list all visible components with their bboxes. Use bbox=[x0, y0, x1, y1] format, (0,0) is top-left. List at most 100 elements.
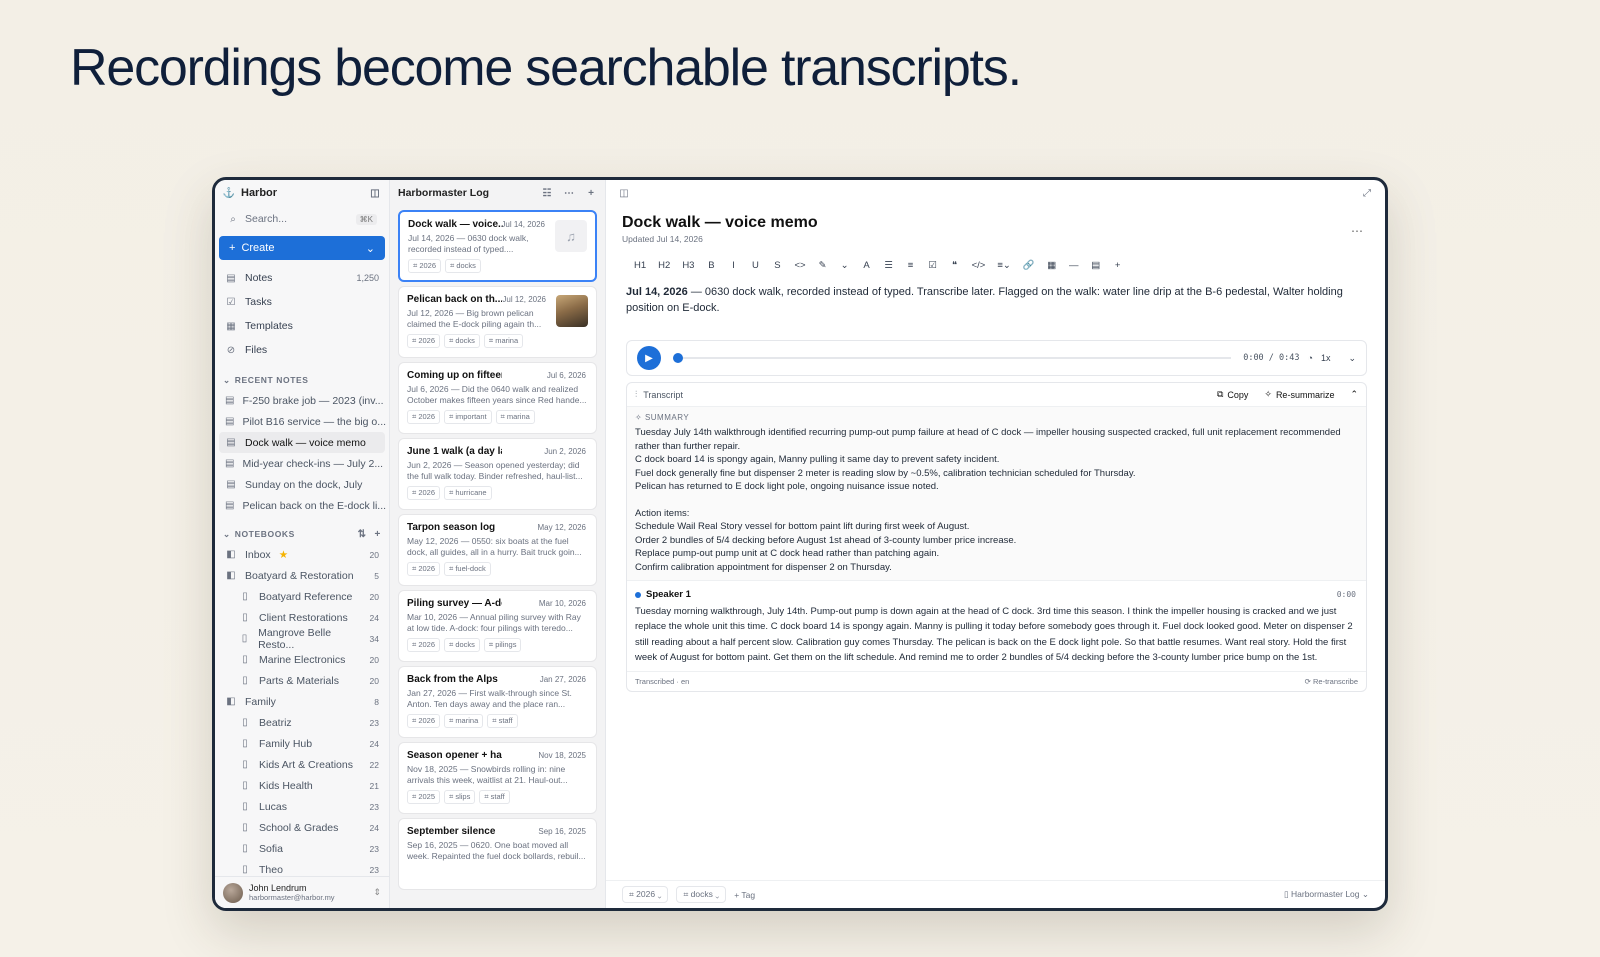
notebook-item[interactable]: ▯ Parts & Materials 20 bbox=[215, 670, 389, 691]
chevron-down-icon[interactable]: ⌄ bbox=[366, 242, 375, 255]
notebook-item[interactable]: ▯ Lucas 23 bbox=[215, 796, 389, 817]
toolbar-button[interactable]: <> bbox=[794, 260, 805, 271]
toolbar-button[interactable]: ✎ bbox=[818, 260, 828, 271]
toolbar-button[interactable]: </> bbox=[972, 260, 986, 271]
note-card[interactable]: June 1 walk (a day late) Jun 2, 2026 Jun 2… bbox=[398, 438, 597, 510]
more-icon[interactable]: ⋯ bbox=[563, 187, 575, 199]
notebook-item[interactable]: ▯ Family Hub 24 bbox=[215, 733, 389, 754]
toolbar-button[interactable]: ⌄ bbox=[840, 260, 850, 271]
notebooks-header[interactable]: ⌄ NOTEBOOKS ⇅ + bbox=[215, 524, 389, 544]
toolbar-button[interactable]: ☑ bbox=[928, 260, 938, 271]
toolbar-button[interactable]: ▦ bbox=[1047, 260, 1057, 271]
play-button[interactable]: ▶ bbox=[637, 346, 661, 370]
tag-chip[interactable]: ⌗ docks ⌄ bbox=[676, 886, 727, 903]
notebook-label: Beatriz bbox=[259, 716, 292, 729]
notebook-item[interactable]: ▯ Mangrove Belle Resto... 34 bbox=[215, 627, 389, 651]
note-card[interactable]: Coming up on fifteen years Jul 6, 2026 Jul… bbox=[398, 362, 597, 434]
nav-item-notes[interactable]: ▤ Notes 1,250 bbox=[215, 266, 389, 290]
chevron-down-icon[interactable]: ⌄ bbox=[1348, 353, 1356, 364]
notebook-icon: ▯ bbox=[242, 654, 248, 665]
note-body[interactable]: Jul 14, 2026 — 0630 dock walk, recorded … bbox=[626, 284, 1365, 316]
toolbar-button[interactable]: H2 bbox=[658, 260, 670, 271]
note-title[interactable]: Dock walk — voice memo bbox=[622, 214, 1369, 232]
notebook-item[interactable]: ▯ Client Restorations 24 bbox=[215, 607, 389, 628]
toolbar-button[interactable]: ❝ bbox=[950, 260, 960, 271]
summary-label-text: SUMMARY bbox=[644, 413, 690, 422]
sidebar-toggle-icon[interactable]: ◫ bbox=[369, 187, 381, 199]
expand-icon[interactable]: ⤢ bbox=[1361, 187, 1373, 199]
note-card[interactable]: Pelican back on th... Jul 12, 2026 Jul 12,… bbox=[398, 286, 597, 358]
create-button[interactable]: + Create ⌄ bbox=[219, 236, 385, 260]
nav-item-templates[interactable]: ▦ Templates bbox=[215, 314, 389, 338]
recent-note[interactable]: ▤ Sunday on the dock, July bbox=[215, 474, 389, 495]
notebook-item[interactable]: ◧ Boatyard & Restoration 5 bbox=[215, 565, 389, 586]
collapse-icon[interactable]: ⌃ bbox=[1350, 389, 1358, 400]
retranscribe-button[interactable]: ⟳ Re-transcribe bbox=[1305, 677, 1358, 686]
note-card[interactable]: Back from the Alps Jan 27, 2026 Jan 27, 20… bbox=[398, 666, 597, 738]
note-card[interactable]: Season opener + haul-out ... Nov 18, 2025… bbox=[398, 742, 597, 814]
recent-note[interactable]: ▤ Mid-year check-ins — July 2... bbox=[215, 453, 389, 474]
toolbar-button[interactable]: ▤ bbox=[1091, 260, 1101, 271]
notebook-icon: ▯ bbox=[242, 780, 248, 791]
summary-text: Tuesday July 14th walkthrough identified… bbox=[635, 426, 1358, 574]
toolbar-button[interactable]: ≡ bbox=[906, 260, 916, 271]
tag-chip[interactable]: ⌗ 2026 ⌄ bbox=[622, 886, 669, 903]
sort-icon[interactable]: ⇅ bbox=[358, 529, 367, 540]
note-card[interactable]: Tarpon season log May 12, 2026 May 12, 202… bbox=[398, 514, 597, 586]
toolbar-button[interactable]: ≡⌄ bbox=[997, 260, 1011, 271]
toolbar-button[interactable]: U bbox=[750, 260, 760, 271]
filter-icon[interactable]: ☷ bbox=[541, 187, 553, 199]
recent-note[interactable]: ▤ F-250 brake job — 2023 (inv... bbox=[215, 390, 389, 411]
toolbar-button[interactable]: H1 bbox=[634, 260, 646, 271]
notebook-item[interactable]: ▯ Beatriz 23 bbox=[215, 712, 389, 733]
notebook-item[interactable]: ▯ School & Grades 24 bbox=[215, 817, 389, 838]
user-profile[interactable]: John Lendrum harbormaster@harbor.my ⇕ bbox=[215, 876, 389, 908]
scrubber-knob[interactable] bbox=[673, 353, 683, 363]
more-icon[interactable]: ⋯ bbox=[1351, 224, 1363, 238]
recent-note-active[interactable]: ▤ Dock walk — voice memo bbox=[219, 432, 385, 453]
switch-account-icon[interactable]: ⇕ bbox=[373, 887, 381, 898]
toolbar-button[interactable]: B bbox=[706, 260, 716, 271]
nav-item-files[interactable]: ⊘ Files bbox=[215, 338, 389, 362]
audio-scrubber[interactable] bbox=[673, 353, 1232, 363]
toolbar-button[interactable]: 🔗 bbox=[1023, 260, 1035, 271]
waveform-icon: ⫶ bbox=[635, 389, 638, 399]
panel-toggle-icon[interactable]: ◫ bbox=[618, 187, 630, 199]
notebook-item[interactable]: ▯ Kids Art & Creations 22 bbox=[215, 754, 389, 775]
toolbar-button[interactable]: S bbox=[772, 260, 782, 271]
add-notebook-icon[interactable]: + bbox=[375, 529, 381, 540]
add-tag-button[interactable]: + Tag bbox=[734, 890, 755, 900]
search-input[interactable]: ⌕ Search... ⌘K bbox=[221, 208, 383, 230]
recent-note[interactable]: ▤ Pelican back on the E-dock li... bbox=[215, 495, 389, 516]
copy-button[interactable]: ⧉ Copy bbox=[1217, 389, 1248, 400]
note-card[interactable]: September silence Sep 16, 2025 Sep 16, 202… bbox=[398, 818, 597, 890]
recent-notes-header[interactable]: ⌄ RECENT NOTES bbox=[215, 370, 389, 390]
notebook-item[interactable]: ◧ Inbox ★ 20 bbox=[215, 544, 389, 565]
summary-line: Fuel dock generally fine but dispenser 2… bbox=[635, 467, 1136, 479]
notebook-item[interactable]: ▯ Kids Health 21 bbox=[215, 775, 389, 796]
notebook-icon: ▯ bbox=[1283, 889, 1289, 899]
notebook-item[interactable]: ▯ Marine Electronics 20 bbox=[215, 649, 389, 670]
toolbar-button[interactable]: + bbox=[1113, 260, 1123, 271]
notebook-item[interactable]: ▯ Boatyard Reference 20 bbox=[215, 586, 389, 607]
tag-label: staff bbox=[498, 716, 513, 725]
notebook-item[interactable]: ▯ Sofia 23 bbox=[215, 838, 389, 859]
recent-note[interactable]: ▤ Pilot B16 service — the big o... bbox=[215, 411, 389, 432]
playback-speed[interactable]: 1x bbox=[1321, 353, 1331, 363]
notebook-item[interactable]: ◧ Family 8 bbox=[215, 691, 389, 712]
chevron-down-icon: ⌄ bbox=[223, 528, 231, 539]
resummarize-button[interactable]: ✧ Re-summarize bbox=[1264, 389, 1334, 400]
note-card[interactable]: Dock walk — voice... Jul 14, 2026 ♫ Jul 14,… bbox=[398, 210, 597, 282]
add-note-icon[interactable]: + bbox=[585, 187, 597, 199]
nav-item-tasks[interactable]: ☑ Tasks bbox=[215, 290, 389, 314]
toolbar-button[interactable]: I bbox=[728, 260, 738, 271]
tag-label: marina bbox=[495, 336, 519, 345]
toolbar-button[interactable]: ☰ bbox=[884, 260, 894, 271]
toolbar-button[interactable]: A bbox=[862, 260, 872, 271]
hero-title: Recordings become searchable transcripts… bbox=[70, 39, 1022, 97]
notebook-selector[interactable]: ▯ Harbormaster Log ⌄ bbox=[1284, 889, 1369, 900]
speaker-timestamp[interactable]: 0:00 bbox=[1337, 590, 1356, 599]
toolbar-button[interactable]: H3 bbox=[682, 260, 694, 271]
toolbar-button[interactable]: — bbox=[1069, 260, 1079, 271]
note-card[interactable]: Piling survey — A-dock fla... Mar 10, 202… bbox=[398, 590, 597, 662]
